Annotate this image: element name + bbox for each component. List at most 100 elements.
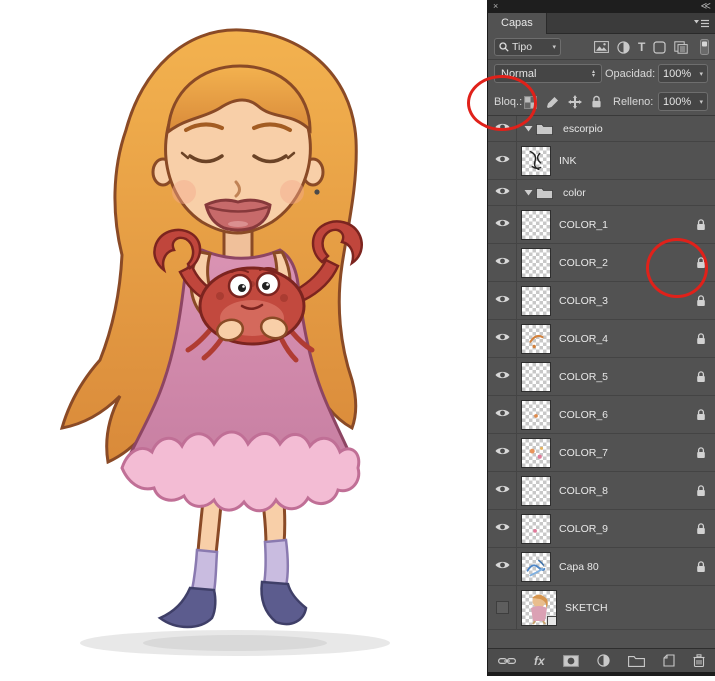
visibility-toggle-capa-80[interactable] (488, 548, 517, 585)
layer-style-fx-icon[interactable]: fx (534, 654, 545, 668)
disclosure-triangle[interactable] (524, 124, 533, 133)
layer-name[interactable]: SKETCH (565, 602, 608, 614)
visibility-toggle-color-3[interactable] (488, 282, 517, 319)
lock-icon (696, 218, 706, 231)
type-layer-filter-icon[interactable]: T (638, 41, 645, 53)
visibility-toggle-sketch[interactable] (488, 586, 517, 629)
lock-icon (696, 408, 706, 421)
layer-thumbnail[interactable] (521, 552, 551, 582)
collapse-panel-icon[interactable]: ≪ (701, 0, 710, 13)
visibility-toggle-color[interactable] (488, 180, 517, 205)
new-group-folder-icon[interactable] (628, 655, 645, 667)
layer-row-color-4[interactable]: COLOR_4 (488, 320, 715, 358)
opacity-value-box[interactable]: 100% ▾ (658, 64, 708, 83)
layer-row-color-8[interactable]: COLOR_8 (488, 472, 715, 510)
canvas-artwork (0, 0, 487, 676)
layer-name[interactable]: COLOR_7 (559, 447, 608, 459)
delete-layer-trash-icon[interactable] (693, 654, 705, 667)
layer-row-color-3[interactable]: COLOR_3 (488, 282, 715, 320)
layer-row-color-1[interactable]: COLOR_1 (488, 206, 715, 244)
lock-all-icon[interactable] (591, 95, 602, 109)
disclosure-triangle[interactable] (524, 188, 533, 197)
layer-row-sketch[interactable]: SKETCH (488, 586, 715, 630)
panel-footer-strip (488, 672, 715, 676)
layer-thumbnail[interactable] (521, 324, 551, 354)
new-layer-icon[interactable] (663, 654, 675, 667)
layer-thumbnail[interactable] (521, 476, 551, 506)
shape-layer-filter-icon[interactable] (653, 41, 666, 54)
layer-name[interactable]: COLOR_9 (559, 523, 608, 535)
layer-name[interactable]: COLOR_8 (559, 485, 608, 497)
eye-icon (495, 154, 510, 167)
blend-mode-select[interactable]: Normal ▴▾ (494, 64, 602, 83)
lock-icon (696, 446, 706, 459)
visibility-toggle-color-2[interactable] (488, 244, 517, 281)
layer-row-color-7[interactable]: COLOR_7 (488, 434, 715, 472)
eye-icon (495, 560, 510, 573)
layer-filter-row: Tipo ▾ T (488, 34, 715, 60)
eye-icon (495, 256, 510, 269)
visibility-toggle-ink[interactable] (488, 142, 517, 179)
hidden-layer-box (496, 601, 509, 614)
lock-transparency-icon[interactable] (524, 96, 537, 109)
visibility-toggle-color-9[interactable] (488, 510, 517, 547)
eye-icon (495, 484, 510, 497)
layer-name[interactable]: COLOR_5 (559, 371, 608, 383)
layer-thumbnail[interactable] (521, 438, 551, 468)
thumbnail-badge-icon (547, 616, 557, 626)
filter-type-dropdown[interactable]: Tipo ▾ (494, 38, 561, 56)
eye-icon (495, 446, 510, 459)
eye-icon (495, 522, 510, 535)
visibility-toggle-escorpio[interactable] (488, 116, 517, 141)
layer-name[interactable]: Capa 80 (559, 561, 599, 573)
lock-pixels-brush-icon[interactable] (546, 96, 559, 109)
layer-row-color-9[interactable]: COLOR_9 (488, 510, 715, 548)
layer-row-color-5[interactable]: COLOR_5 (488, 358, 715, 396)
layer-name[interactable]: COLOR_2 (559, 257, 608, 269)
visibility-toggle-color-1[interactable] (488, 206, 517, 243)
layer-name[interactable]: COLOR_6 (559, 409, 608, 421)
layer-row-color-6[interactable]: COLOR_6 (488, 396, 715, 434)
layer-name[interactable]: COLOR_3 (559, 295, 608, 307)
visibility-toggle-color-7[interactable] (488, 434, 517, 471)
layer-thumbnail[interactable] (521, 286, 551, 316)
layer-thumbnail[interactable] (521, 400, 551, 430)
layer-thumbnail[interactable] (521, 362, 551, 392)
panel-tab-bar: Capas (488, 13, 715, 34)
layer-thumbnail[interactable] (521, 248, 551, 278)
layer-thumbnail[interactable] (521, 146, 551, 176)
visibility-toggle-color-4[interactable] (488, 320, 517, 357)
layer-thumbnail[interactable] (521, 210, 551, 240)
layer-row-ink[interactable]: INK (488, 142, 715, 180)
layer-name[interactable]: INK (559, 155, 577, 167)
link-layers-icon[interactable] (498, 656, 516, 666)
add-layer-mask-icon[interactable] (563, 655, 579, 667)
panel-bottom-bar: fx (488, 648, 715, 672)
layer-row-color-2[interactable]: COLOR_2 (488, 244, 715, 282)
lock-position-move-icon[interactable] (568, 95, 582, 109)
close-icon[interactable]: × (493, 0, 498, 13)
filtering-toggle[interactable] (700, 39, 709, 55)
layer-row-color[interactable]: color (488, 180, 715, 206)
layer-thumbnail[interactable] (521, 514, 551, 544)
layer-row-escorpio[interactable]: escorpio (488, 116, 715, 142)
layer-row-capa-80[interactable]: Capa 80 (488, 548, 715, 586)
layer-name[interactable]: COLOR_4 (559, 333, 608, 345)
panel-menu-icon[interactable] (694, 19, 709, 28)
tab-capas[interactable]: Capas (488, 13, 547, 34)
visibility-toggle-color-8[interactable] (488, 472, 517, 509)
layer-name[interactable]: color (563, 187, 586, 199)
new-adjustment-layer-icon[interactable] (597, 654, 610, 667)
eye-icon (495, 332, 510, 345)
adjustment-layer-filter-icon[interactable] (617, 41, 630, 54)
pixel-layer-filter-icon[interactable] (594, 41, 609, 53)
girl-crab-illustration (0, 0, 487, 676)
visibility-toggle-color-5[interactable] (488, 358, 517, 395)
fill-value: 100% (663, 96, 691, 108)
layer-name[interactable]: escorpio (563, 123, 603, 135)
fill-value-box[interactable]: 100% ▾ (658, 92, 708, 111)
layer-name[interactable]: COLOR_1 (559, 219, 608, 231)
smart-object-filter-icon[interactable] (674, 41, 688, 54)
layer-thumbnail[interactable] (521, 590, 557, 626)
visibility-toggle-color-6[interactable] (488, 396, 517, 433)
